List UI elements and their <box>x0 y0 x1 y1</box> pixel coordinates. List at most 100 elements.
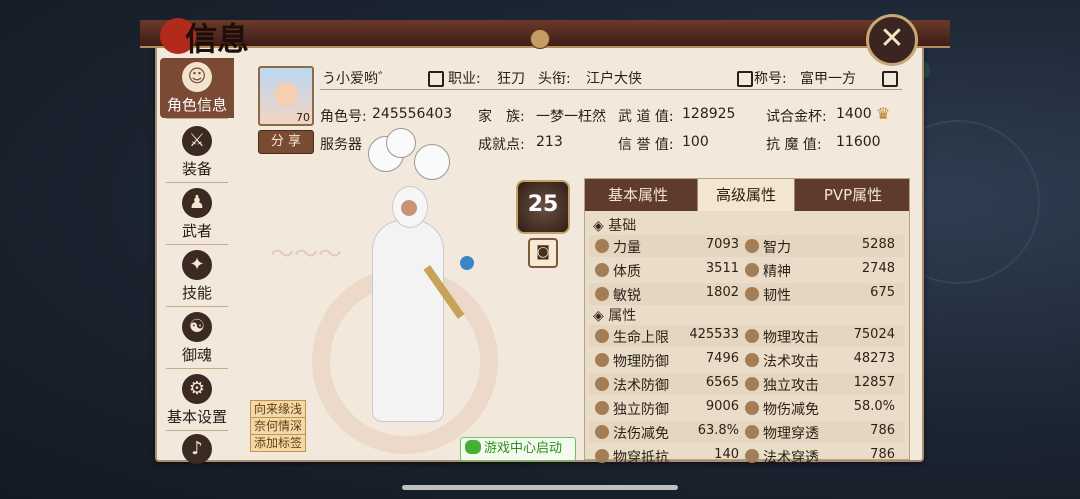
balloon-panda-icon <box>414 144 450 180</box>
stat-value: 48273 <box>853 351 895 366</box>
wechat-launch-button[interactable]: 游戏中心启动 <box>460 437 576 461</box>
stat-value: 7496 <box>705 351 739 366</box>
tag-2[interactable]: 奈何情深 <box>250 417 307 435</box>
trophy-icon: ♛ <box>876 104 891 123</box>
stat-name: 力量 <box>613 240 641 256</box>
stat-value: 675 <box>870 285 895 300</box>
stat-row: 法伤减免 63.8% 物理穿透 786 <box>589 421 905 443</box>
stat-icon <box>745 329 759 343</box>
sidebar-divider <box>166 118 228 119</box>
close-button[interactable]: ✕ <box>866 14 918 66</box>
cloud-decoration: ～～～ <box>270 240 342 268</box>
stat-name: 物伤减免 <box>763 402 819 418</box>
stat-name: 敏锐 <box>613 288 641 304</box>
id-label: 角色号: <box>320 109 367 125</box>
stat-name: 物理穿透 <box>763 426 819 442</box>
stat-icon <box>745 239 759 253</box>
stat-icon <box>595 449 609 463</box>
attribute-section-title: ◈ 属性 <box>593 305 636 325</box>
extra-settings-icon: ♪ <box>182 434 212 464</box>
sidebar-item-5[interactable]: ☯ 御魂 <box>160 308 234 368</box>
stat-name: 法伤减免 <box>613 426 669 442</box>
stat-name: 法术攻击 <box>763 354 819 370</box>
stat-value: 786 <box>870 447 895 462</box>
stat-name: 物穿抵抗 <box>613 450 669 466</box>
stat-name: 生命上限 <box>613 330 669 346</box>
stat-row: 敏锐 1802 韧性 675 <box>589 283 905 305</box>
stat-icon <box>595 377 609 391</box>
tab-pvp-attributes[interactable]: PVP属性 <box>799 179 907 211</box>
sidebar-item-6[interactable]: ⚙ 基本设置 <box>160 370 234 430</box>
stat-value: 75024 <box>853 327 895 342</box>
stat-icon <box>745 425 759 439</box>
sidebar-item-3[interactable]: ♟ 武者 <box>160 184 234 244</box>
stat-name: 独立防御 <box>613 402 669 418</box>
family-value: 一梦一枉然 <box>536 109 606 125</box>
stat-icon <box>595 329 609 343</box>
camera-icon[interactable]: ◙ <box>528 238 558 268</box>
home-indicator[interactable] <box>402 485 678 490</box>
stat-name: 韧性 <box>763 288 791 304</box>
stage-level-badge: 25 <box>516 180 570 234</box>
sidebar-divider <box>166 306 228 307</box>
edit-honor-title-icon[interactable] <box>882 71 898 87</box>
stat-row: 物理防御 7496 法术攻击 48273 <box>589 349 905 371</box>
stat-name: 独立攻击 <box>763 378 819 394</box>
stat-value: 2748 <box>861 261 895 276</box>
stat-row: 生命上限 425533 物理攻击 75024 <box>589 325 905 347</box>
soul-icon: ☯ <box>182 312 212 342</box>
avatar[interactable]: 70 <box>258 66 314 126</box>
sidebar-item-2[interactable]: ⚔ 装备 <box>160 122 234 182</box>
stat-value: 63.8% <box>697 423 739 438</box>
stat-name: 物理防御 <box>613 354 669 370</box>
sidebar-item-1[interactable]: ☺ 角色信息 <box>160 58 234 118</box>
character-model-body[interactable] <box>372 220 444 422</box>
attribute-section-title-label: 属性 <box>608 308 637 324</box>
stat-row: 独立防御 9006 物伤减免 58.0% <box>589 397 905 419</box>
tag-1[interactable]: 向来缘浅 <box>250 400 307 418</box>
stat-row: 力量 7093 智力 5288 <box>589 235 905 257</box>
top-ornament-icon <box>530 29 550 49</box>
stat-icon <box>595 353 609 367</box>
sidebar-item-label: 技能 <box>181 284 212 302</box>
stat-value: 140 <box>714 447 739 462</box>
stat-value: 9006 <box>705 399 739 414</box>
basic-section-title-label: 基础 <box>608 218 637 234</box>
diamond-icon: ◈ <box>593 308 609 324</box>
sidebar-item-label: 御魂 <box>181 346 212 364</box>
avatar-level: 70 <box>296 111 310 124</box>
stat-value: 5288 <box>861 237 895 252</box>
stat-row: 物穿抵抗 140 法术穿透 786 <box>589 445 905 467</box>
name-underline <box>320 89 902 90</box>
stat-icon <box>595 401 609 415</box>
edit-name-icon[interactable] <box>428 71 444 87</box>
stat-name: 体质 <box>613 264 641 280</box>
sidebar-item-7[interactable]: ♪ <box>160 430 234 490</box>
sidebar-item-label: 基本设置 <box>166 408 227 426</box>
stat-value: 1802 <box>705 285 739 300</box>
stats-tabs: 基本属性 高级属性 PVP属性 <box>585 179 909 211</box>
sidebar-item-4[interactable]: ✦ 技能 <box>160 246 234 306</box>
tab-advanced-attributes[interactable]: 高级属性 <box>697 179 795 211</box>
stat-value: 6565 <box>705 375 739 390</box>
sidebar-divider <box>166 182 228 183</box>
add-tag-button[interactable]: 添加标签 <box>250 434 307 452</box>
stat-icon <box>595 239 609 253</box>
demon-value: 11600 <box>836 134 881 150</box>
edit-title-icon[interactable] <box>737 71 753 87</box>
stat-value: 3511 <box>705 261 739 276</box>
settings-icon: ⚙ <box>182 374 212 404</box>
diamond-icon: ◈ <box>593 218 609 234</box>
rank-label: 头衔: <box>538 71 571 87</box>
wudao-label: 武 道 值: <box>618 109 674 125</box>
stat-value: 12857 <box>853 375 895 390</box>
family-label: 家 族: <box>478 109 525 125</box>
id-value: 245556403 <box>372 106 453 122</box>
tab-basic-attributes[interactable]: 基本属性 <box>585 179 691 211</box>
stats-panel: 基本属性 高级属性 PVP属性 ◈ 基础 力量 7093 智力 5288 体质 3511 精神… <box>584 178 910 466</box>
stat-name: 法术穿透 <box>763 450 819 466</box>
stat-value: 58.0% <box>853 399 895 414</box>
share-button[interactable]: 分 享 <box>258 130 314 154</box>
stat-name: 物理攻击 <box>763 330 819 346</box>
title-label: 称号: <box>754 71 787 87</box>
